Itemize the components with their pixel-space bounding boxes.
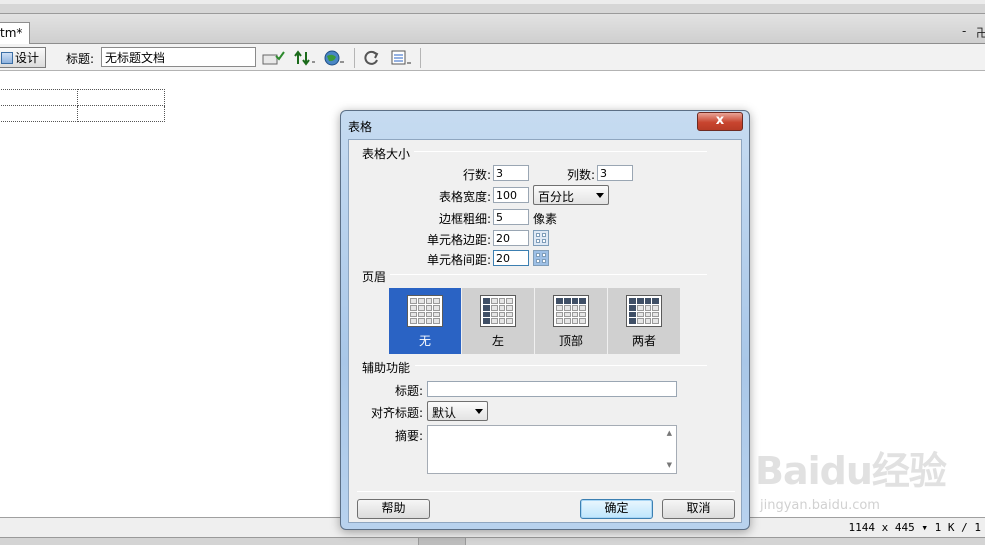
- panel-expand-grip[interactable]: [418, 538, 466, 545]
- rows-input[interactable]: [493, 165, 529, 181]
- caption-input[interactable]: [427, 381, 677, 397]
- panel-band: [0, 537, 985, 545]
- help-button[interactable]: 帮助: [357, 499, 430, 519]
- accessibility-group-title: 辅助功能: [362, 359, 415, 376]
- group-divider: [389, 274, 707, 275]
- cols-input[interactable]: [597, 165, 633, 181]
- window-size-status[interactable]: 1144 x 445 ▾ 1 K / 1: [849, 521, 981, 534]
- group-divider: [415, 365, 707, 366]
- header-option-label: 顶部: [558, 334, 583, 348]
- watermark-logo: Baidu经验: [755, 449, 947, 493]
- table-cell[interactable]: [77, 105, 165, 122]
- preview-globe-icon[interactable]: [322, 49, 346, 67]
- minimize-button[interactable]: -: [962, 24, 966, 38]
- caption-label: 标题:: [394, 384, 423, 398]
- table-dialog: 表格 x 表格大小 行数: 列数: 表格宽度: 百分比 边框粗细: 像素 单元格…: [340, 110, 750, 530]
- cell-padding-label: 单元格边距:: [426, 233, 491, 247]
- page-title-input[interactable]: [101, 47, 256, 67]
- scroll-down-icon[interactable]: ▼: [667, 461, 672, 469]
- close-icon: x: [715, 113, 725, 128]
- table-cell[interactable]: [0, 89, 78, 106]
- chevron-down-icon: [596, 193, 604, 198]
- border-unit-label: 像素: [533, 212, 558, 226]
- cell-spacing-label: 单元格间距:: [426, 253, 491, 267]
- document-tab-bar: tm* - 卍: [0, 14, 985, 44]
- ok-button[interactable]: 确定: [580, 499, 653, 519]
- align-caption-label: 对齐标题:: [370, 406, 423, 420]
- rows-label: 行数:: [462, 168, 491, 182]
- table-none-icon: [407, 295, 443, 327]
- header-option-label: 左: [491, 334, 504, 348]
- header-option-both[interactable]: 两者: [608, 288, 681, 354]
- header-option-label: 无: [418, 334, 431, 348]
- header-options: 无 左 顶部 两者: [389, 288, 681, 354]
- refresh-icon[interactable]: [362, 49, 382, 67]
- app-top-band: [0, 0, 985, 14]
- header-option-left[interactable]: 左: [462, 288, 535, 354]
- canvas-dotted-table: [0, 89, 165, 122]
- header-group-title: 页眉: [362, 268, 391, 285]
- border-thickness-label: 边框粗细:: [438, 212, 491, 226]
- cols-label: 列数:: [566, 168, 595, 182]
- table-width-input[interactable]: [493, 187, 529, 203]
- size-group-title: 表格大小: [362, 145, 415, 162]
- cell-padding-grid-icon: [533, 230, 549, 246]
- page-title-label: 标题:: [66, 52, 95, 66]
- cell-spacing-input[interactable]: [493, 250, 529, 266]
- border-thickness-input[interactable]: [493, 209, 529, 225]
- header-option-none[interactable]: 无: [389, 288, 462, 354]
- document-tab-label: tm*: [0, 26, 23, 40]
- summary-label: 摘要:: [394, 429, 423, 443]
- table-both-header-icon: [626, 295, 662, 327]
- design-view-button[interactable]: 设计: [0, 47, 46, 68]
- close-button[interactable]: x: [697, 112, 743, 131]
- align-caption-value: 默认: [432, 406, 457, 420]
- align-caption-select[interactable]: 默认: [427, 401, 488, 421]
- group-divider: [407, 151, 707, 152]
- toolbar-separator: [420, 48, 421, 68]
- menu-sliver: [0, 0, 985, 4]
- view-options-icon[interactable]: [390, 49, 414, 67]
- watermark-url: jingyan.baidu.com: [760, 498, 880, 513]
- table-top-header-icon: [553, 295, 589, 327]
- table-cell[interactable]: [0, 105, 78, 122]
- chevron-down-icon: [475, 409, 483, 414]
- ok-button-label: 确定: [604, 501, 629, 515]
- file-management-icon[interactable]: [262, 49, 286, 67]
- width-unit-select[interactable]: 百分比: [533, 185, 609, 205]
- table-left-header-icon: [480, 295, 516, 327]
- design-view-label: 设计: [15, 51, 40, 65]
- button-separator: [357, 491, 735, 492]
- document-tab[interactable]: tm*: [0, 22, 30, 44]
- cell-padding-input[interactable]: [493, 230, 529, 246]
- table-cell[interactable]: [77, 89, 165, 106]
- scroll-up-icon[interactable]: ▲: [667, 429, 672, 437]
- header-option-top[interactable]: 顶部: [535, 288, 608, 354]
- restore-button[interactable]: 卍: [976, 24, 985, 41]
- sort-arrows-icon[interactable]: [294, 49, 318, 67]
- cell-spacing-grid-icon: [533, 250, 549, 266]
- dialog-body: 表格大小 行数: 列数: 表格宽度: 百分比 边框粗细: 像素 单元格边距: 单…: [348, 139, 742, 523]
- toolbar-separator: [354, 48, 355, 68]
- cancel-button-label: 取消: [686, 501, 711, 515]
- table-width-label: 表格宽度:: [438, 190, 491, 204]
- header-option-label: 两者: [631, 334, 656, 348]
- dialog-title: 表格: [348, 120, 373, 134]
- design-view-icon: [1, 51, 13, 64]
- cancel-button[interactable]: 取消: [662, 499, 735, 519]
- document-toolbar: 设计 标题:: [0, 44, 985, 71]
- width-unit-value: 百分比: [538, 190, 575, 204]
- summary-textarea[interactable]: ▲ ▼: [427, 425, 677, 474]
- help-button-label: 帮助: [381, 501, 406, 515]
